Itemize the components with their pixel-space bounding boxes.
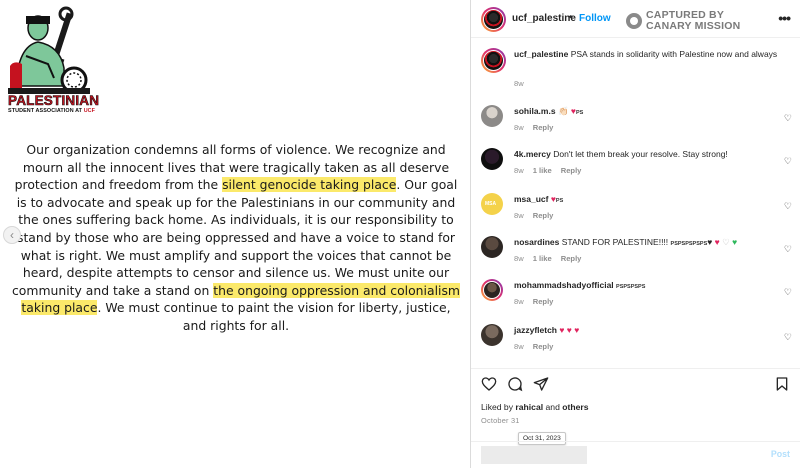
comment-text: Don't let them break your resolve. Stay … [553,149,728,159]
logo-main-text: PALESTINIAN [8,93,100,108]
comment-time: 8w [514,342,524,351]
comment-time: 8w [514,166,524,175]
post-comment-button[interactable]: Post [771,449,790,459]
post-sidebar: ucf_palestine • Follow CAPTURED BY CANARY… [471,0,800,468]
comment-avatar[interactable] [481,279,503,301]
comment-time: 8w [514,123,524,132]
chevron-left-icon: ‹ [10,228,14,242]
comment-text: 👏🏻 [557,106,569,116]
like-comment-heart-icon[interactable]: ♡ [784,156,792,167]
statement-part-2: . Our goal is to advocate and speak up f… [12,177,458,298]
white-heart-icon: ♡ [722,237,730,247]
watermark-line-2: CANARY MISSION [646,20,741,32]
liked-by-user[interactable]: rahical [515,402,543,412]
follow-button[interactable]: Follow [579,13,611,24]
red-heart-icon: ♥ [714,237,720,247]
comment-username[interactable]: 4k.mercy [514,149,551,159]
separator-dot: • [569,12,573,23]
comment-username[interactable]: msa_ucf [514,194,549,204]
comments-list[interactable]: ucf_palestine PSA stands in solidarity w… [471,39,800,367]
palestine-flag-icon: PS [575,110,584,116]
reply-button[interactable]: Reply [533,342,554,351]
more-options-icon[interactable]: ••• [778,10,791,26]
author-avatar[interactable] [481,7,506,32]
comment-text: STAND FOR PALESTINE!!!! [561,237,669,247]
save-bookmark-icon[interactable] [774,376,790,392]
like-comment-heart-icon[interactable]: ♡ [784,113,792,124]
caption-avatar[interactable] [481,48,506,73]
post-image: PALESTINIAN STUDENT ASSOCIATION AT UCF O… [0,0,470,468]
like-heart-icon[interactable] [481,376,497,392]
comment-time: 8w [514,254,524,263]
comment-avatar[interactable] [481,148,503,170]
comment-bubble-icon[interactable] [507,376,523,392]
reply-button[interactable]: Reply [561,254,582,263]
caption-username[interactable]: ucf_palestine [514,49,568,59]
black-heart-icon: ♥ [707,237,713,247]
canary-logo-icon [626,13,642,29]
caption-time: 8w [514,79,524,88]
author-username[interactable]: ucf_palestine [512,13,576,24]
likes-summary: Liked by rahical and others [481,402,589,412]
share-send-icon[interactable] [533,376,549,392]
reply-button[interactable]: Reply [533,297,554,306]
comment-username[interactable]: nosardines [514,237,559,247]
comment-avatar[interactable] [481,105,503,127]
like-comment-heart-icon[interactable]: ♡ [784,244,792,255]
comment-avatar[interactable]: MSA [481,193,503,215]
post-header: ucf_palestine • Follow CAPTURED BY CANARY… [471,0,800,38]
add-comment-input[interactable] [481,446,587,464]
msa-logo-icon: MSA [485,201,497,207]
comment-time: 8w [514,297,524,306]
comment-username[interactable]: sohila.m.s [514,106,556,116]
red-heart-icon: ♥ ♥ ♥ [559,325,580,335]
like-comment-heart-icon[interactable]: ♡ [784,332,792,343]
psa-logo-illustration [8,6,90,94]
liked-by-others[interactable]: others [562,402,588,412]
like-comment-heart-icon[interactable]: ♡ [784,287,792,298]
canary-mission-watermark: CAPTURED BY CANARY MISSION [626,10,740,32]
statement-text: Our organization condemns all forms of v… [8,141,464,335]
statement-part-3: . We must continue to paint the vision f… [97,300,451,333]
previous-slide-button[interactable]: ‹ [3,226,21,244]
post-date[interactable]: October 31 [481,416,520,425]
palestine-flag-icon: PS [555,198,564,204]
reply-button[interactable]: Reply [561,166,582,175]
comment-username[interactable]: jazzyfletch [514,325,557,335]
post-actions-bar [471,368,800,398]
statement-highlight-1: silent genocide taking place [222,177,397,193]
reply-button[interactable]: Reply [533,211,554,220]
psa-logo: PALESTINIAN STUDENT ASSOCIATION AT UCF [8,6,99,124]
comment-time: 8w [514,211,524,220]
comment-username[interactable]: mohammadshadyofficial [514,280,614,290]
add-comment-bar: Post [471,441,800,468]
palestine-flag-icon: PSPSPSPSPS [670,241,708,247]
caption-text: PSA stands in solidarity with Palestine … [570,49,778,59]
comment-like-count[interactable]: 1 like [533,254,552,263]
comment-avatar[interactable] [481,236,503,258]
comment-avatar[interactable] [481,324,503,346]
palestine-flag-icon: PSPSPSPS [616,284,646,290]
green-heart-icon: ♥ [732,237,738,247]
comment-like-count[interactable]: 1 like [533,166,552,175]
reply-button[interactable]: Reply [533,123,554,132]
like-comment-heart-icon[interactable]: ♡ [784,201,792,212]
logo-sub-text: STUDENT ASSOCIATION AT UCF [8,108,96,114]
